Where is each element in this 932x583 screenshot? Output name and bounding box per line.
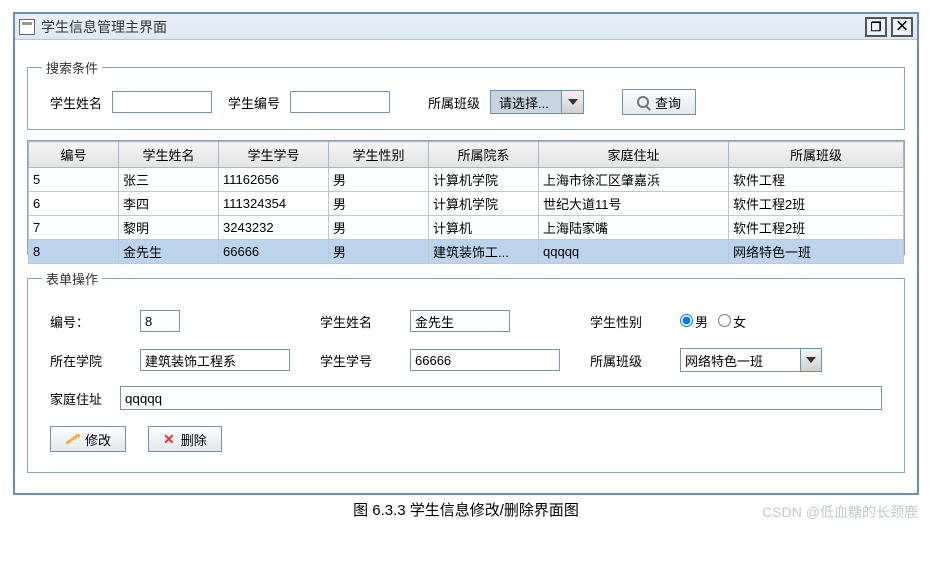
app-icon bbox=[19, 19, 35, 35]
modify-button-label: 修改 bbox=[85, 430, 111, 449]
table-cell: 7 bbox=[29, 216, 119, 240]
table-cell: qqqqq bbox=[539, 240, 729, 264]
table-cell: 张三 bbox=[119, 168, 219, 192]
form-college-input[interactable] bbox=[140, 349, 290, 371]
table-cell: 软件工程2班 bbox=[729, 216, 904, 240]
search-name-label: 学生姓名 bbox=[50, 93, 102, 112]
table-cell: 男 bbox=[329, 168, 429, 192]
table-cell: 5 bbox=[29, 168, 119, 192]
search-class-value: 请选择... bbox=[491, 91, 561, 113]
search-name-input[interactable] bbox=[112, 91, 212, 113]
table-cell: 上海陆家嘴 bbox=[539, 216, 729, 240]
form-address-label: 家庭住址 bbox=[50, 389, 102, 408]
form-id-label: 编号： bbox=[50, 312, 120, 331]
search-id-input[interactable] bbox=[290, 91, 390, 113]
search-icon bbox=[637, 96, 649, 108]
column-header[interactable]: 所属院系 bbox=[429, 142, 539, 168]
radio-female-wrap[interactable]: 女 bbox=[718, 312, 746, 331]
watermark: CSDN @低血糖的长颈鹿 bbox=[762, 502, 918, 522]
table-cell: 6 bbox=[29, 192, 119, 216]
modify-button[interactable]: 修改 bbox=[50, 426, 126, 452]
table-cell: 男 bbox=[329, 216, 429, 240]
form-panel: 表单操作 编号： 学生姓名 学生性别 男 女 所在学院 学生学号 所属班级 bbox=[27, 269, 905, 473]
delete-button[interactable]: ✕ 删除 bbox=[148, 426, 222, 452]
delete-button-label: 删除 bbox=[181, 430, 207, 449]
table-cell: 11162656 bbox=[219, 168, 329, 192]
table-cell: 计算机学院 bbox=[429, 168, 539, 192]
column-header[interactable]: 学生性别 bbox=[329, 142, 429, 168]
table-cell: 建筑装饰工... bbox=[429, 240, 539, 264]
column-header[interactable]: 学生学号 bbox=[219, 142, 329, 168]
table-row[interactable]: 5张三11162656男计算机学院上海市徐汇区肇嘉浜软件工程 bbox=[29, 168, 904, 192]
table-cell: 计算机学院 bbox=[429, 192, 539, 216]
table-row[interactable]: 8金先生66666男建筑装饰工...qqqqq网络特色一班 bbox=[29, 240, 904, 264]
search-panel: 搜索条件 学生姓名 学生编号 所属班级 请选择... 查询 bbox=[27, 58, 905, 130]
table-row[interactable]: 7黎明3243232男计算机上海陆家嘴软件工程2班 bbox=[29, 216, 904, 240]
form-gender-label: 学生性别 bbox=[590, 312, 660, 331]
table-cell: 黎明 bbox=[119, 216, 219, 240]
form-id-input[interactable] bbox=[140, 310, 180, 332]
results-table[interactable]: 编号学生姓名学生学号学生性别所属院系家庭住址所属班级 5张三11162656男计… bbox=[28, 141, 904, 264]
column-header[interactable]: 所属班级 bbox=[729, 142, 904, 168]
titlebar: 学生信息管理主界面 ❐ ⨉ bbox=[15, 14, 917, 40]
delete-icon: ✕ bbox=[163, 431, 175, 448]
form-name-label: 学生姓名 bbox=[320, 312, 390, 331]
maximize-button[interactable]: ❐ bbox=[865, 17, 887, 37]
radio-male-wrap[interactable]: 男 bbox=[680, 312, 708, 331]
query-button[interactable]: 查询 bbox=[622, 89, 696, 115]
results-table-wrap: 编号学生姓名学生学号学生性别所属院系家庭住址所属班级 5张三11162656男计… bbox=[27, 140, 905, 255]
window-title: 学生信息管理主界面 bbox=[41, 17, 861, 37]
table-cell: 李四 bbox=[119, 192, 219, 216]
pencil-icon bbox=[65, 434, 78, 444]
form-name-input[interactable] bbox=[410, 310, 510, 332]
table-cell: 男 bbox=[329, 240, 429, 264]
chevron-down-icon[interactable] bbox=[800, 348, 822, 372]
form-class-label: 所属班级 bbox=[590, 351, 660, 370]
table-cell: 上海市徐汇区肇嘉浜 bbox=[539, 168, 729, 192]
form-legend: 表单操作 bbox=[42, 269, 102, 288]
table-cell: 软件工程 bbox=[729, 168, 904, 192]
form-class-select[interactable] bbox=[680, 348, 850, 372]
content-area: 搜索条件 学生姓名 学生编号 所属班级 请选择... 查询 编 bbox=[15, 40, 917, 493]
table-cell: 金先生 bbox=[119, 240, 219, 264]
table-cell: 111324354 bbox=[219, 192, 329, 216]
column-header[interactable]: 学生姓名 bbox=[119, 142, 219, 168]
table-cell: 8 bbox=[29, 240, 119, 264]
app-window: 学生信息管理主界面 ❐ ⨉ 搜索条件 学生姓名 学生编号 所属班级 请选择...… bbox=[13, 12, 919, 495]
form-sno-input[interactable] bbox=[410, 349, 560, 371]
form-address-input[interactable] bbox=[120, 386, 882, 410]
column-header[interactable]: 家庭住址 bbox=[539, 142, 729, 168]
form-college-label: 所在学院 bbox=[50, 351, 120, 370]
form-sno-label: 学生学号 bbox=[320, 351, 390, 370]
table-cell: 男 bbox=[329, 192, 429, 216]
table-row[interactable]: 6李四111324354男计算机学院世纪大道11号软件工程2班 bbox=[29, 192, 904, 216]
search-id-label: 学生编号 bbox=[228, 93, 280, 112]
search-legend: 搜索条件 bbox=[42, 58, 102, 77]
close-button[interactable]: ⨉ bbox=[891, 17, 913, 37]
table-cell: 软件工程2班 bbox=[729, 192, 904, 216]
table-cell: 计算机 bbox=[429, 216, 539, 240]
search-class-select[interactable]: 请选择... bbox=[490, 90, 584, 114]
table-cell: 世纪大道11号 bbox=[539, 192, 729, 216]
radio-female[interactable] bbox=[718, 314, 731, 327]
query-button-label: 查询 bbox=[655, 93, 681, 112]
search-class-label: 所属班级 bbox=[428, 93, 480, 112]
table-cell: 3243232 bbox=[219, 216, 329, 240]
gender-radio-group: 男 女 bbox=[680, 312, 850, 331]
table-cell: 网络特色一班 bbox=[729, 240, 904, 264]
chevron-down-icon[interactable] bbox=[561, 91, 583, 113]
radio-male[interactable] bbox=[680, 314, 693, 327]
form-class-value[interactable] bbox=[680, 348, 800, 372]
table-cell: 66666 bbox=[219, 240, 329, 264]
column-header[interactable]: 编号 bbox=[29, 142, 119, 168]
